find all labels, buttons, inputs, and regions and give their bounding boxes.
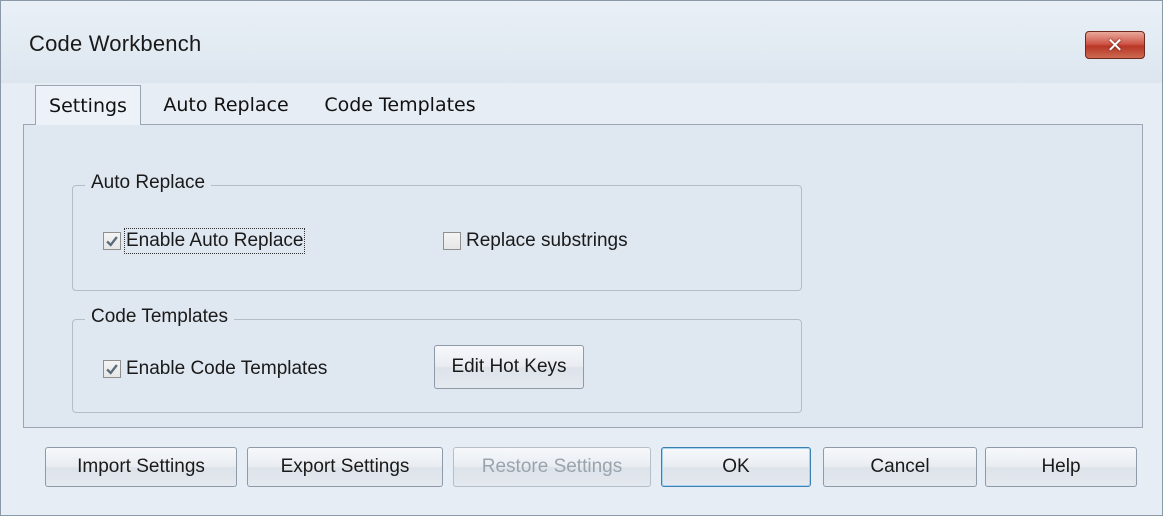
replace-substrings-label[interactable]: Replace substrings: [466, 230, 628, 252]
restore-settings-button[interactable]: Restore Settings: [453, 447, 651, 487]
auto-replace-group: Auto Replace Enable Auto Replace Replace…: [72, 172, 802, 291]
close-button[interactable]: ✕: [1085, 31, 1145, 59]
cancel-button[interactable]: Cancel: [823, 447, 977, 487]
enable-code-templates-box[interactable]: [103, 360, 121, 378]
replace-substrings-checkbox[interactable]: Replace substrings: [443, 230, 628, 252]
title-bar[interactable]: Code Workbench ✕: [1, 1, 1162, 83]
edit-hot-keys-button[interactable]: Edit Hot Keys: [434, 345, 584, 389]
code-templates-group: Code Templates Enable Code Templates Edi…: [72, 306, 802, 413]
enable-code-templates-checkbox[interactable]: Enable Code Templates: [103, 358, 327, 380]
close-icon: ✕: [1106, 33, 1124, 57]
import-settings-button[interactable]: Import Settings: [45, 447, 237, 487]
enable-code-templates-label[interactable]: Enable Code Templates: [126, 358, 327, 380]
enable-auto-replace-label[interactable]: Enable Auto Replace: [123, 228, 306, 254]
help-button[interactable]: Help: [985, 447, 1137, 487]
enable-auto-replace-checkbox[interactable]: Enable Auto Replace: [103, 228, 306, 254]
window-title: Code Workbench: [29, 31, 202, 56]
checkmark-icon: [106, 236, 118, 247]
ok-button[interactable]: OK: [661, 447, 811, 487]
checkmark-icon: [106, 364, 118, 375]
enable-auto-replace-box[interactable]: [103, 232, 121, 250]
tab-auto-replace[interactable]: Auto Replace: [153, 87, 299, 123]
replace-substrings-box[interactable]: [443, 232, 461, 250]
auto-replace-group-title: Auto Replace: [85, 172, 212, 194]
code-templates-group-title: Code Templates: [85, 306, 234, 328]
export-settings-button[interactable]: Export Settings: [247, 447, 443, 487]
settings-panel: Auto Replace Enable Auto Replace Replace…: [23, 124, 1143, 428]
dialog-window: Code Workbench ✕ Settings Auto Replace C…: [0, 0, 1163, 516]
tab-settings[interactable]: Settings: [35, 85, 141, 125]
tab-code-templates[interactable]: Code Templates: [315, 87, 485, 123]
